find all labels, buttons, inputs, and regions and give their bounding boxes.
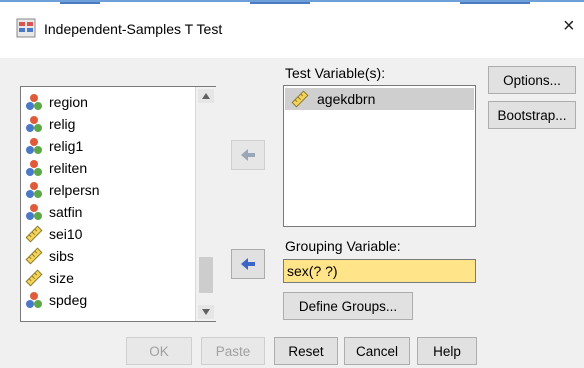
variable-label: size [49,270,74,286]
variable-label: sei10 [49,226,83,242]
variable-label: spdeg [49,292,88,308]
variable-label: satfin [49,204,83,220]
grouping-variable-field[interactable]: sex(? ?) [283,259,476,283]
variable-label: sibs [49,248,74,264]
list-item[interactable]: sibs [25,245,74,267]
options-button[interactable]: Options... [488,66,576,94]
list-item[interactable]: sei10 [25,223,82,245]
scrollbar-thumb[interactable] [199,257,213,293]
grouping-variable-label: Grouping Variable: [285,238,401,254]
variable-label: region [49,94,88,110]
grouping-variable-value: sex(? ?) [287,263,338,279]
move-to-test-button[interactable] [231,140,265,170]
nominal-icon [26,116,42,132]
help-button[interactable]: Help [417,337,477,365]
scroll-up-icon[interactable] [198,89,214,103]
vertical-scrollbar[interactable] [195,87,216,321]
scale-icon [25,247,43,265]
list-item[interactable]: relig1 [25,135,83,157]
test-variables-label: Test Variable(s): [285,65,385,81]
arrow-left-icon [241,149,255,161]
app-icon [16,18,36,38]
cancel-button[interactable]: Cancel [344,337,410,365]
variable-label: reliten [49,160,88,176]
list-item[interactable]: spdeg [25,289,87,311]
variable-label: relpersn [49,182,100,198]
scroll-down-icon[interactable] [198,305,214,319]
nominal-icon [26,182,42,198]
nominal-icon [26,204,42,220]
paste-button[interactable]: Paste [201,337,265,365]
nominal-icon [26,292,42,308]
list-item[interactable]: relpersn [25,179,100,201]
variable-label: relig1 [49,138,84,154]
close-icon[interactable]: × [563,16,575,36]
ok-button[interactable]: OK [126,337,192,365]
scale-icon [25,225,43,243]
top-border-decoration [0,0,584,4]
variable-label: relig [49,116,76,132]
define-groups-button[interactable]: Define Groups... [283,292,413,320]
list-item[interactable]: relig [25,113,75,135]
nominal-icon [26,160,42,176]
nominal-icon [26,138,42,154]
test-variables-label-mnemonic: Test Variable(s): [285,65,386,81]
bootstrap-button[interactable]: Bootstrap... [488,101,576,129]
list-item[interactable]: size [25,267,74,289]
window-title: Independent-Samples T Test [44,21,223,37]
scale-icon [291,90,309,108]
reset-button[interactable]: Reset [274,337,338,365]
list-item[interactable]: region [25,91,88,113]
source-variable-list[interactable]: region relig relig1 reliten relpersn sat… [20,86,216,322]
scale-icon [25,269,43,287]
nominal-icon [26,94,42,110]
list-item[interactable]: agekdbrn [285,88,474,110]
move-to-grouping-button[interactable] [231,249,265,279]
test-variables-list[interactable]: agekdbrn [283,85,476,227]
arrow-left-icon [241,258,255,270]
list-item[interactable]: reliten [25,157,87,179]
variable-label: agekdbrn [317,91,376,107]
list-item[interactable]: satfin [25,201,82,223]
